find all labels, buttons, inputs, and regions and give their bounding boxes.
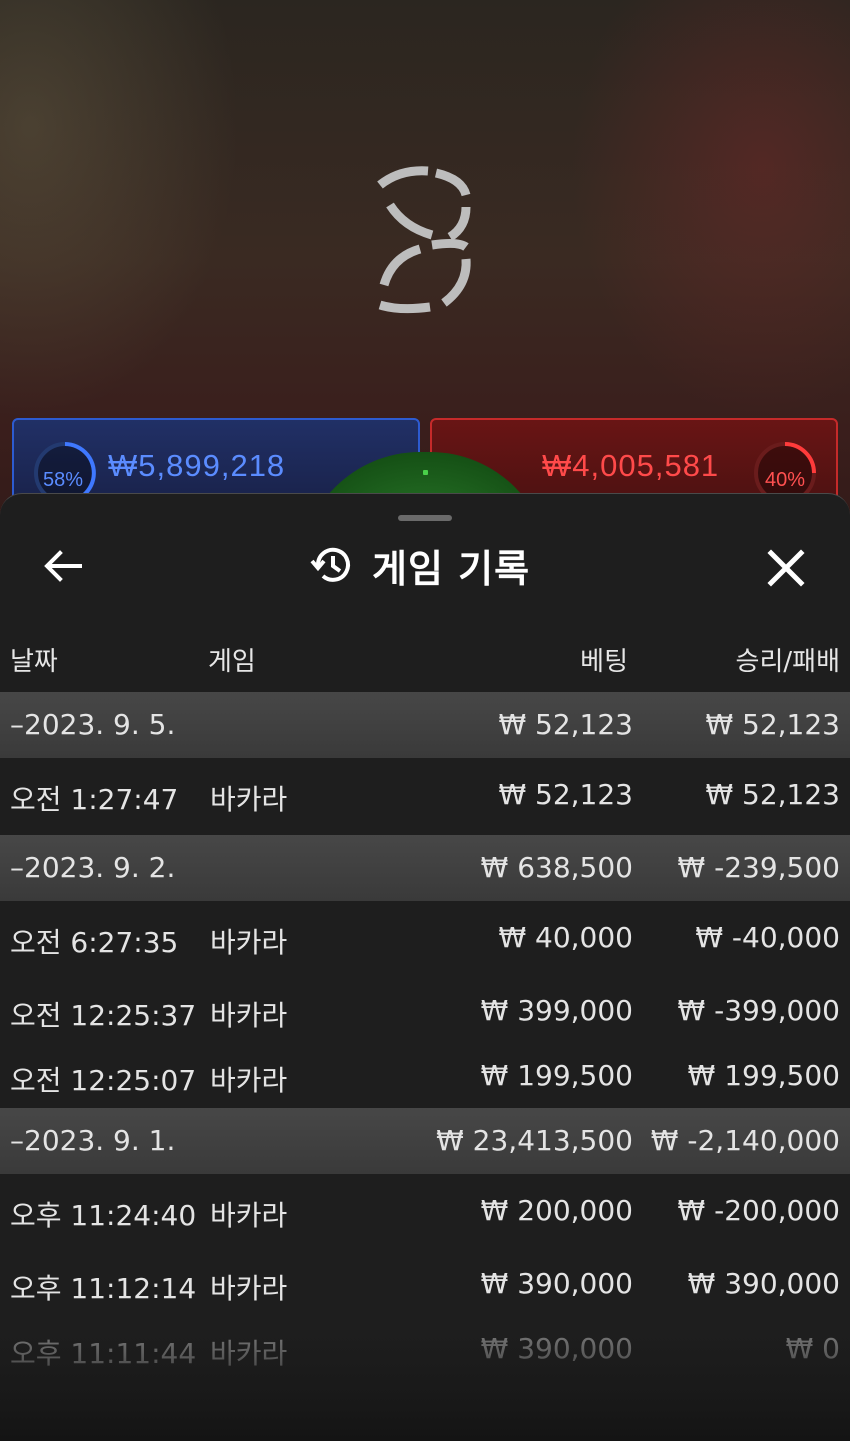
row-bet: ₩ 52,123 — [498, 778, 633, 811]
history-row[interactable]: 오전 12:25:07 바카라 ₩ 199,500 ₩ 199,500 — [0, 1043, 850, 1108]
back-button[interactable] — [34, 544, 90, 588]
group-bet-total: ₩ 23,413,500 — [436, 1124, 633, 1157]
sheet-header: 게임 기록 — [0, 524, 850, 604]
row-result: ₩ 199,500 — [687, 1059, 840, 1092]
column-header: 날짜 게임 베팅 승리/패배 — [0, 627, 850, 691]
row-bet: ₩ 200,000 — [480, 1194, 633, 1227]
close-button[interactable] — [760, 544, 812, 592]
row-game: 바카라 — [210, 1064, 288, 1097]
sheet-title: 게임 기록 — [372, 546, 531, 591]
group-date: –2023. 9. 1. — [10, 1124, 176, 1157]
date-group-row[interactable]: –2023. 9. 2. ₩ 638,500 ₩ -239,500 — [0, 835, 850, 901]
column-game[interactable]: 게임 — [208, 641, 256, 678]
group-result-total: ₩ -239,500 — [677, 851, 840, 884]
row-result: ₩ 390,000 — [687, 1267, 840, 1300]
row-game: 바카라 — [210, 1199, 288, 1232]
background-blur-right — [570, 0, 850, 420]
row-game: 바카라 — [210, 1272, 288, 1305]
group-date: –2023. 9. 2. — [10, 851, 176, 884]
history-row[interactable]: 오전 6:27:35 바카라 ₩ 40,000 ₩ -40,000 — [0, 901, 850, 978]
row-result: ₩ -40,000 — [695, 921, 840, 954]
history-list: –2023. 9. 5. ₩ 52,123 ₩ 52,123 오전 1:27:4… — [0, 692, 850, 1381]
history-row[interactable]: 오전 1:27:47 바카라 ₩ 52,123 ₩ 52,123 — [0, 758, 850, 835]
row-game: 바카라 — [210, 926, 288, 959]
drag-handle[interactable] — [398, 515, 452, 521]
app-root: 58% ₩5,899,218 40% ₩4,005,581 게임 기록 날짜 게… — [0, 0, 850, 1441]
group-bet-total: ₩ 638,500 — [480, 851, 633, 884]
table-indicator — [423, 470, 428, 475]
group-date: –2023. 9. 5. — [10, 708, 176, 741]
row-time: 오전 12:25:07 — [10, 1064, 197, 1097]
row-time: 오후 11:12:14 — [10, 1272, 197, 1305]
arrow-left-icon — [44, 550, 82, 582]
row-time: 오전 1:27:47 — [10, 783, 179, 816]
row-game: 바카라 — [210, 999, 288, 1032]
column-result[interactable]: 승리/패배 — [736, 641, 840, 678]
column-date[interactable]: 날짜 — [10, 641, 58, 678]
history-row[interactable]: 오전 12:25:37 바카라 ₩ 399,000 ₩ -399,000 — [0, 978, 850, 1043]
row-bet: ₩ 399,000 — [480, 994, 633, 1027]
date-group-row[interactable]: –2023. 9. 5. ₩ 52,123 ₩ 52,123 — [0, 692, 850, 758]
row-time: 오전 12:25:37 — [10, 999, 197, 1032]
game-history-sheet: 게임 기록 날짜 게임 베팅 승리/패배 –2023. 9. 5. ₩ 52,1… — [0, 493, 850, 1441]
row-bet: ₩ 390,000 — [480, 1332, 633, 1365]
player-total-amount: ₩5,899,218 — [108, 448, 286, 483]
close-icon — [767, 549, 805, 587]
row-bet: ₩ 199,500 — [480, 1059, 633, 1092]
group-result-total: ₩ -2,140,000 — [650, 1124, 840, 1157]
row-result: ₩ -200,000 — [677, 1194, 840, 1227]
column-bet[interactable]: 베팅 — [580, 641, 628, 678]
row-time: 오전 6:27:35 — [10, 926, 179, 959]
row-game: 바카라 — [210, 1337, 288, 1370]
banker-total-amount: ₩4,005,581 — [542, 448, 720, 483]
row-time: 오후 11:24:40 — [10, 1199, 197, 1232]
row-result: ₩ 52,123 — [705, 778, 840, 811]
row-game: 바카라 — [210, 783, 288, 816]
group-result-total: ₩ 52,123 — [705, 708, 840, 741]
row-time: 오후 11:11:44 — [10, 1337, 197, 1370]
banker-percent: 40% — [764, 469, 806, 491]
history-icon — [310, 547, 350, 582]
history-row[interactable]: 오후 11:11:44 바카라 ₩ 390,000 ₩ 0 — [0, 1316, 850, 1381]
row-bet: ₩ 390,000 — [480, 1267, 633, 1300]
group-bet-total: ₩ 52,123 — [498, 708, 633, 741]
background-blur-left — [0, 0, 240, 420]
title-group: 게임 기록 — [310, 540, 531, 591]
row-bet: ₩ 40,000 — [498, 921, 633, 954]
history-row[interactable]: 오후 11:12:14 바카라 ₩ 390,000 ₩ 390,000 — [0, 1251, 850, 1316]
player-percent: 58% — [42, 469, 84, 491]
row-result: ₩ -399,000 — [677, 994, 840, 1027]
history-row[interactable]: 오후 11:24:40 바카라 ₩ 200,000 ₩ -200,000 — [0, 1174, 850, 1251]
date-group-row[interactable]: –2023. 9. 1. ₩ 23,413,500 ₩ -2,140,000 — [0, 1108, 850, 1174]
loading-spinner-icon — [377, 166, 471, 314]
row-result: ₩ 0 — [785, 1332, 840, 1365]
